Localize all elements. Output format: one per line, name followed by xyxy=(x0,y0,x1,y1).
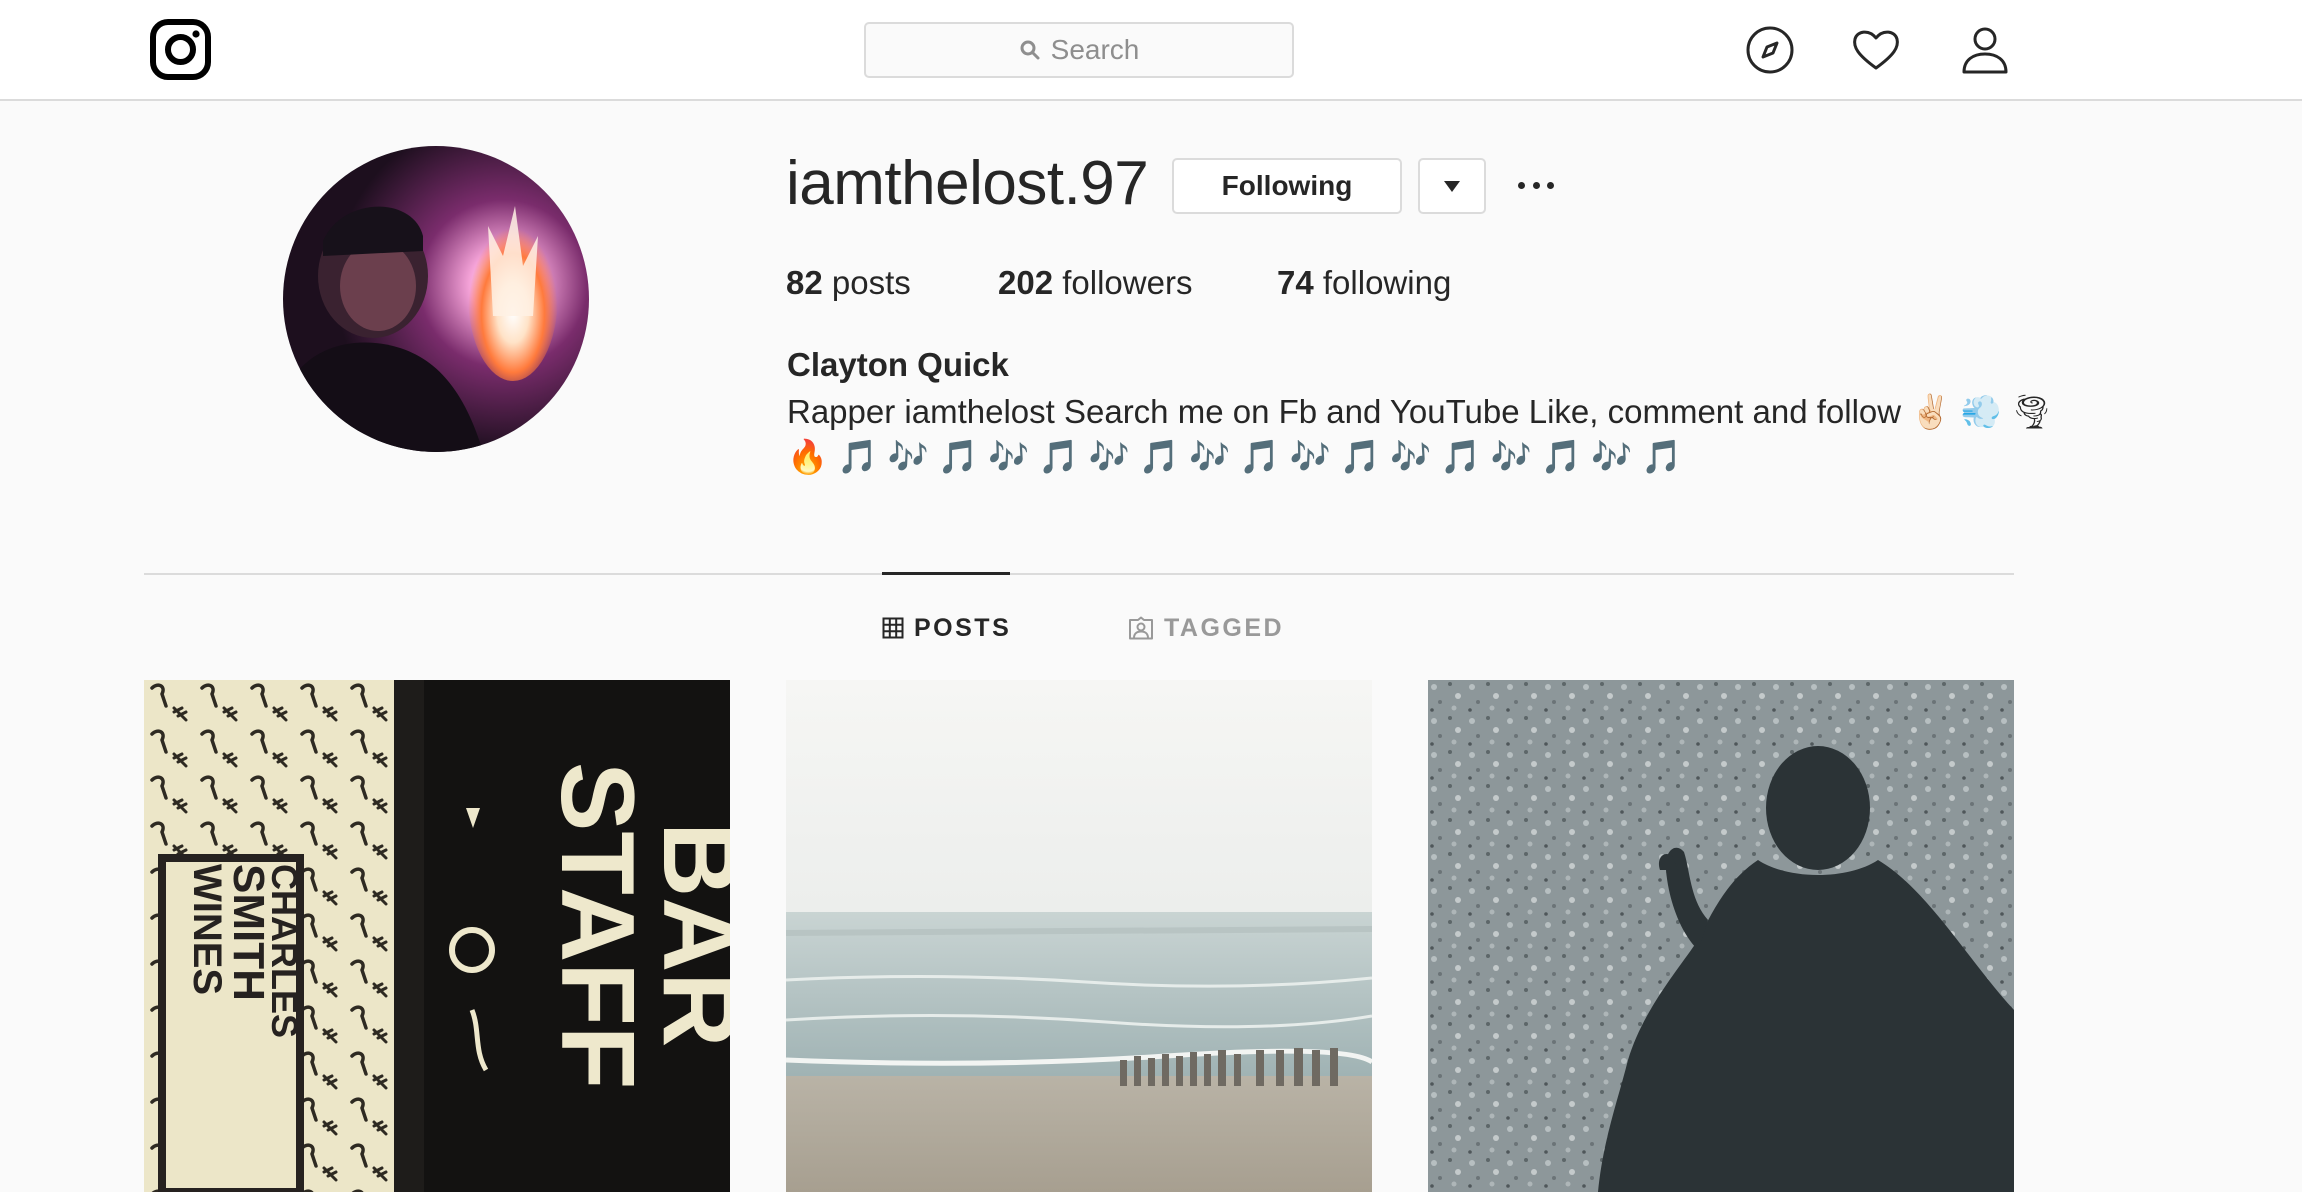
profile-full-name: Clayton Quick xyxy=(787,346,1009,383)
profile-bio-line-2: 🔥 🎵 🎶 🎵 🎶 🎵 🎶 🎵 🎶 🎵 🎶 🎵 🎶 🎵 🎶 🎵 🎶 🎵 xyxy=(787,438,1683,475)
grid-icon xyxy=(882,617,904,639)
post-thumbnail[interactable] xyxy=(1428,680,2014,1192)
following-link[interactable]: 74 following xyxy=(1277,264,1451,302)
post-staff-text: STAFF xyxy=(539,762,655,1089)
search-placeholder: Search xyxy=(1050,34,1140,65)
search-icon xyxy=(1019,39,1041,61)
tab-tagged-label: TAGGED xyxy=(1164,613,1285,642)
tab-posts-label: POSTS xyxy=(914,613,1012,642)
following-count-value: 74 xyxy=(1277,264,1314,301)
following-label: following xyxy=(1322,264,1452,301)
posts-count-value: 82 xyxy=(786,264,823,301)
followers-count-value: 202 xyxy=(998,264,1054,301)
dot xyxy=(1518,181,1525,189)
tab-posts[interactable]: POSTS xyxy=(882,610,1011,646)
compass-icon[interactable] xyxy=(1744,24,1796,76)
dot xyxy=(1547,181,1554,189)
followers-link[interactable]: 202 followers xyxy=(998,264,1192,302)
search-input[interactable]: Search xyxy=(864,22,1294,78)
caret-down-icon xyxy=(1444,180,1460,192)
posts-count: 82 posts xyxy=(786,264,911,302)
heart-icon[interactable] xyxy=(1850,24,1902,76)
post-thumbnail[interactable] xyxy=(786,680,1372,1192)
top-navigation-bar: Search xyxy=(0,0,2302,101)
following-button[interactable]: Following xyxy=(1172,158,1402,214)
post-wines-text: WINES xyxy=(185,864,229,995)
more-options-icon[interactable] xyxy=(1518,165,1554,205)
tab-tagged[interactable]: TAGGED xyxy=(1128,610,1284,646)
instagram-logo-icon[interactable] xyxy=(150,19,211,80)
dot xyxy=(1532,181,1540,189)
profile-bio-line-1: Rapper iamthelost Search me on Fb and Yo… xyxy=(787,393,2053,430)
active-tab-indicator xyxy=(882,572,1010,575)
user-icon[interactable] xyxy=(1959,24,2011,76)
posts-count-label: posts xyxy=(831,264,911,301)
profile-username: iamthelost.97 xyxy=(786,149,1149,218)
post-thumbnail[interactable]: CHARLES SMITH WINES BAR STAFF xyxy=(144,680,730,1192)
suggestions-dropdown-button[interactable] xyxy=(1418,158,1486,214)
tagged-icon xyxy=(1129,616,1153,640)
tabs-divider xyxy=(144,573,2014,575)
profile-avatar[interactable] xyxy=(283,146,589,452)
followers-label: followers xyxy=(1062,264,1193,301)
post-smith-text: SMITH xyxy=(224,864,273,1001)
